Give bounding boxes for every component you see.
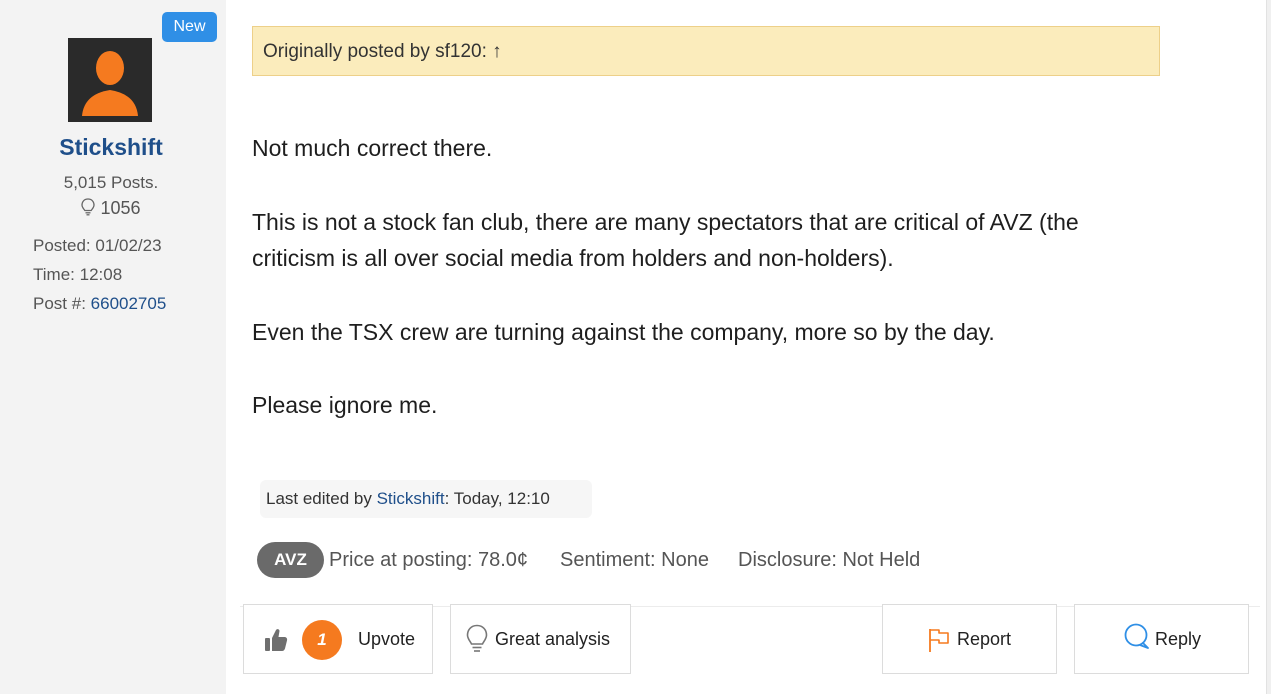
report-label: Report bbox=[957, 629, 1012, 649]
edited-prefix: Last edited by bbox=[266, 489, 377, 508]
great-analysis-label: Great analysis bbox=[495, 629, 611, 649]
scrollbar-track[interactable] bbox=[1266, 0, 1271, 694]
lightbulb-icon bbox=[466, 624, 488, 652]
author-panel: New Stickshift 5,015 Posts. 1056 Posted:… bbox=[0, 0, 226, 694]
author-username[interactable]: Stickshift bbox=[0, 134, 222, 161]
author-reputation: 1056 bbox=[0, 198, 222, 219]
post-paragraph: criticism is all over social media from … bbox=[252, 245, 894, 271]
editor-link[interactable]: Stickshift bbox=[377, 489, 445, 508]
edited-time: : Today, 12:10 bbox=[444, 489, 550, 508]
avatar[interactable] bbox=[68, 38, 152, 122]
posted-date-line: Posted: 01/02/23 bbox=[33, 236, 162, 256]
thumbs-up-icon bbox=[265, 629, 288, 651]
disclosure: Disclosure: Not Held bbox=[738, 549, 921, 571]
post-number-link[interactable]: 66002705 bbox=[91, 294, 167, 313]
time-label: Time: bbox=[33, 265, 75, 284]
speech-bubble-icon bbox=[1124, 623, 1149, 649]
post-paragraph: This is not a stock fan club, there are … bbox=[252, 209, 1079, 235]
ticker-badge[interactable]: AVZ bbox=[257, 542, 324, 578]
last-edited-note: Last edited by Stickshift: Today, 12:10 bbox=[260, 480, 592, 518]
lightbulb-icon bbox=[81, 198, 96, 216]
posted-date: 01/02/23 bbox=[95, 236, 162, 255]
reputation-value: 1056 bbox=[100, 198, 141, 218]
posted-time-line: Time: 12:08 bbox=[33, 265, 122, 285]
post-number-label: Post #: bbox=[33, 294, 86, 313]
great-analysis-button[interactable]: Great analysis bbox=[450, 604, 631, 674]
quote-attribution[interactable]: Originally posted by sf120: ↑ bbox=[263, 41, 502, 62]
post-paragraph: Not much correct there. bbox=[252, 135, 493, 161]
sentiment: Sentiment: None bbox=[560, 549, 709, 571]
upvote-button[interactable]: 1 Upvote bbox=[243, 604, 433, 674]
reply-button[interactable]: Reply bbox=[1074, 604, 1249, 674]
post-number-line: Post #: 66002705 bbox=[33, 294, 166, 314]
posted-time: 12:08 bbox=[79, 265, 123, 284]
user-silhouette-icon bbox=[68, 38, 152, 122]
reply-label: Reply bbox=[1155, 629, 1202, 649]
price-at-posting: Price at posting: 78.0¢ bbox=[329, 549, 529, 571]
posted-label: Posted: bbox=[33, 236, 91, 255]
report-button[interactable]: Report bbox=[882, 604, 1057, 674]
post-paragraph: Please ignore me. bbox=[252, 392, 438, 418]
upvote-label: Upvote bbox=[358, 629, 416, 649]
new-member-badge: New bbox=[162, 12, 217, 42]
upvote-count: 1 bbox=[302, 620, 342, 660]
author-post-count: 5,015 Posts. bbox=[63, 173, 159, 192]
post-paragraph: Even the TSX crew are turning against th… bbox=[252, 319, 995, 345]
quote-box[interactable]: Originally posted by sf120: ↑ bbox=[252, 26, 1160, 76]
flag-icon bbox=[929, 629, 949, 652]
